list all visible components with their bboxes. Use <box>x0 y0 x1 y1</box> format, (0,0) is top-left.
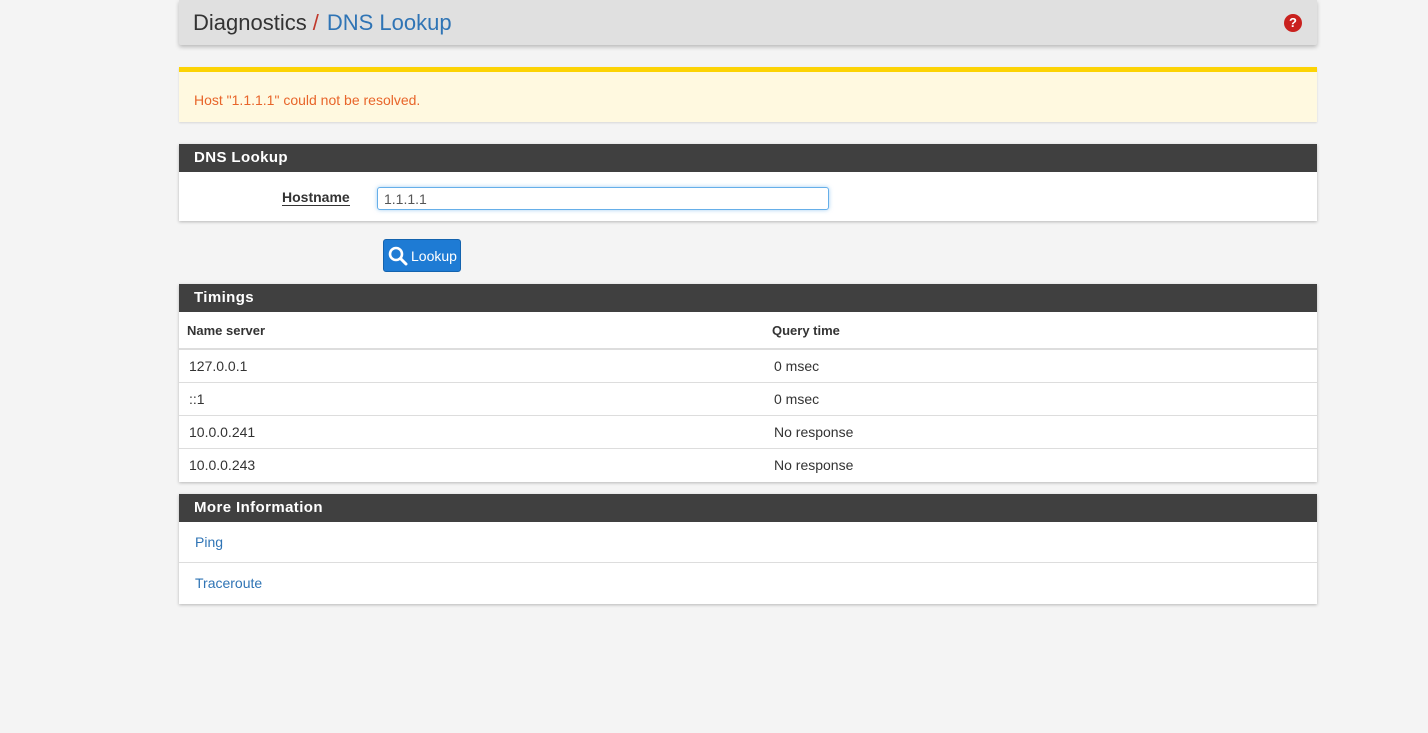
timings-panel: Timings Name server Query time 127.0.0.1… <box>179 284 1317 482</box>
query-time-cell: 0 msec <box>764 349 1317 383</box>
column-header-query-time: Query time <box>764 312 1317 350</box>
more-information-panel: More Information Ping Traceroute <box>179 494 1317 604</box>
ping-link[interactable]: Ping <box>179 522 1317 563</box>
name-server-cell: 10.0.0.243 <box>189 457 256 473</box>
help-icon[interactable]: ? <box>1284 14 1302 32</box>
hostname-input[interactable] <box>377 187 829 210</box>
breadcrumb-separator: / <box>312 10 319 35</box>
hostname-label: Hostname <box>282 189 350 206</box>
breadcrumb-root: Diagnostics <box>193 10 307 35</box>
dns-lookup-panel-title: DNS Lookup <box>179 144 1317 172</box>
table-row: 10.0.0.243 No response <box>179 449 1317 482</box>
table-row: 10.0.0.241 No response <box>179 415 1317 449</box>
name-server-cell: ::1 <box>179 382 764 416</box>
query-time-cell: No response <box>764 415 1317 449</box>
table-row: ::1 0 msec <box>179 382 1317 416</box>
table-row: 127.0.0.1 0 msec <box>179 349 1317 383</box>
table-header-row: Name server Query time <box>179 312 1317 350</box>
alert-message: Host "1.1.1.1" could not be resolved. <box>194 92 421 108</box>
breadcrumb-current[interactable]: DNS Lookup <box>327 10 452 35</box>
warning-alert: Host "1.1.1.1" could not be resolved. <box>179 67 1317 122</box>
lookup-button-label: Lookup <box>411 247 457 264</box>
timings-table: Name server Query time 127.0.0.1 0 msec … <box>179 312 1317 481</box>
more-information-panel-title: More Information <box>179 494 1317 522</box>
search-icon <box>388 246 408 265</box>
page-header: Diagnostics / DNS Lookup ? <box>179 0 1317 45</box>
timings-panel-title: Timings <box>179 284 1317 312</box>
column-header-name-server: Name server <box>179 312 764 350</box>
dns-lookup-panel: DNS Lookup Hostname <box>179 144 1317 221</box>
traceroute-link[interactable]: Traceroute <box>179 563 1317 603</box>
lookup-button[interactable]: Lookup <box>383 239 461 272</box>
name-server-cell: 10.0.0.241 <box>179 415 764 449</box>
breadcrumb: Diagnostics / DNS Lookup <box>193 10 452 36</box>
query-time-cell: 0 msec <box>764 382 1317 416</box>
name-server-cell: 127.0.0.1 <box>179 349 764 383</box>
query-time-cell: No response <box>774 457 854 473</box>
